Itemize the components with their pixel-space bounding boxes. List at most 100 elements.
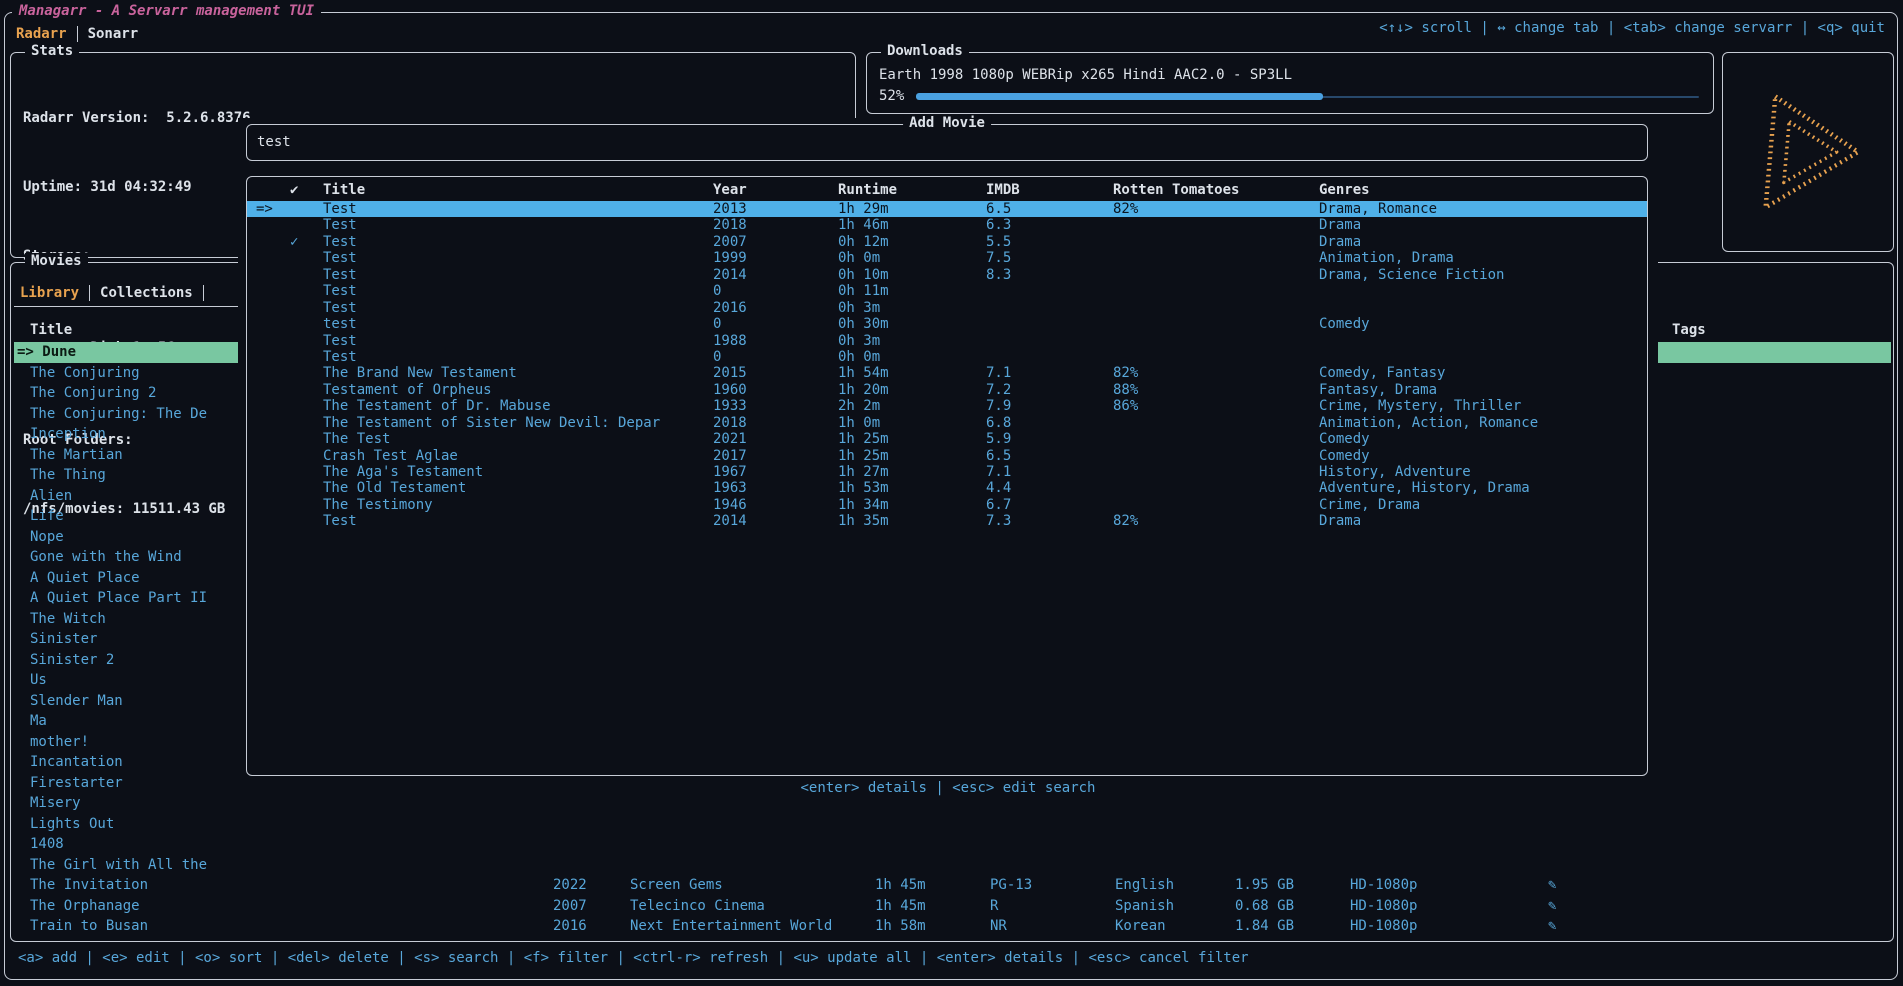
result-genres: Crime, Drama	[1319, 497, 1647, 513]
result-title: The Testament of Dr. Mabuse	[323, 398, 713, 414]
result-rotten-tomatoes	[1113, 431, 1319, 447]
search-result-row[interactable]: test00h 30mComedy	[247, 316, 1647, 332]
search-result-row[interactable]: Test19880h 3m	[247, 333, 1647, 349]
row-checkmark-icon	[287, 480, 323, 496]
search-result-row[interactable]: Test20141h 35m7.382%Drama	[247, 513, 1647, 529]
result-genres: Drama	[1319, 513, 1647, 529]
movie-row[interactable]: 1408	[14, 834, 1891, 855]
movie-row[interactable]: Lights Out	[14, 814, 1891, 835]
result-runtime: 1h 35m	[838, 513, 986, 529]
row-checkmark-icon	[287, 283, 323, 299]
search-result-row[interactable]: =>Test20131h 29m6.582%Drama, Romance	[247, 201, 1647, 217]
app-title: Managarr - A Servarr management TUI	[12, 3, 321, 19]
add-movie-modal-title: Add Movie	[903, 115, 991, 131]
movie-language: Spanish	[1115, 896, 1174, 917]
search-result-row[interactable]: The Aga's Testament19671h 27m7.1History,…	[247, 464, 1647, 480]
results-imdb-header: IMDB	[986, 182, 1113, 198]
result-year: 2013	[713, 201, 838, 217]
movie-search-input[interactable]: Add Movie test	[246, 124, 1648, 161]
result-genres: Comedy	[1319, 448, 1647, 464]
result-runtime: 1h 29m	[838, 201, 986, 217]
result-genres: Drama, Romance	[1319, 201, 1647, 217]
result-rotten-tomatoes	[1113, 217, 1319, 233]
search-result-row[interactable]: The Testament of Dr. Mabuse19332h 2m7.98…	[247, 398, 1647, 414]
search-result-row[interactable]: Crash Test Aglae20171h 25m6.5Comedy	[247, 448, 1647, 464]
search-result-row[interactable]: The Old Testament19631h 53m4.4Adventure,…	[247, 480, 1647, 496]
row-selection-marker	[247, 365, 287, 381]
tab-radarr[interactable]: Radarr	[16, 26, 67, 42]
results-runtime-header: Runtime	[838, 182, 986, 198]
movie-title: The Invitation	[14, 875, 148, 896]
managarr-play-logo-icon	[1743, 89, 1872, 215]
result-title: Crash Test Aglae	[323, 448, 713, 464]
download-progress-fill	[916, 93, 1323, 100]
search-result-row[interactable]: Test00h 11m	[247, 283, 1647, 299]
movie-quality: HD-1080p	[1350, 896, 1417, 917]
movie-year: 2022	[553, 875, 587, 896]
result-rotten-tomatoes: 82%	[1113, 513, 1319, 529]
row-selection-marker	[247, 513, 287, 529]
result-title: Test	[323, 300, 713, 316]
search-result-row[interactable]: Test20160h 3m	[247, 300, 1647, 316]
result-runtime: 0h 3m	[838, 300, 986, 316]
logo-panel	[1722, 52, 1894, 252]
movie-title: Alien	[14, 486, 72, 507]
movie-language: Korean	[1115, 916, 1166, 937]
result-runtime: 1h 53m	[838, 480, 986, 496]
search-result-row[interactable]: Test20181h 46m6.3Drama	[247, 217, 1647, 233]
search-result-row[interactable]: The Test20211h 25m5.9Comedy	[247, 431, 1647, 447]
result-imdb: 8.3	[986, 267, 1113, 283]
row-checkmark-icon	[287, 513, 323, 529]
result-title: Test	[323, 201, 713, 217]
row-checkmark-icon	[287, 349, 323, 365]
movie-title: Us	[14, 670, 47, 691]
row-selection-marker	[247, 283, 287, 299]
result-imdb: 5.9	[986, 431, 1113, 447]
search-result-row[interactable]: ✓Test20070h 12m5.5Drama	[247, 234, 1647, 250]
movie-title: Firestarter	[14, 773, 123, 794]
result-year: 0	[713, 283, 838, 299]
result-runtime: 1h 20m	[838, 382, 986, 398]
result-title: Test	[323, 349, 713, 365]
result-rotten-tomatoes: 86%	[1113, 398, 1319, 414]
result-title: Test	[323, 234, 713, 250]
movie-runtime: 1h 58m	[875, 916, 926, 937]
search-result-row[interactable]: Test00h 0m	[247, 349, 1647, 365]
result-imdb: 7.2	[986, 382, 1113, 398]
row-selection-marker	[247, 349, 287, 365]
result-runtime: 1h 46m	[838, 217, 986, 233]
movie-row[interactable]: The Orphanage2007Telecinco Cinema1h 45mR…	[14, 896, 1891, 917]
tab-sonarr[interactable]: Sonarr	[88, 26, 139, 42]
tab-collections[interactable]: Collections	[100, 285, 193, 301]
search-result-row[interactable]: Test19990h 0m7.5Animation, Drama	[247, 250, 1647, 266]
row-selection-marker: =>	[247, 201, 287, 217]
movie-title: The Orphanage	[14, 896, 140, 917]
result-imdb: 6.8	[986, 415, 1113, 431]
result-rotten-tomatoes	[1113, 464, 1319, 480]
search-result-row[interactable]: The Testimony19461h 34m6.7Crime, Drama	[247, 497, 1647, 513]
movie-quality: HD-1080p	[1350, 875, 1417, 896]
movie-year: 2007	[553, 896, 587, 917]
search-result-row[interactable]: Testament of Orpheus19601h 20m7.288%Fant…	[247, 382, 1647, 398]
result-imdb: 7.9	[986, 398, 1113, 414]
result-year: 0	[713, 316, 838, 332]
row-checkmark-icon	[287, 316, 323, 332]
movie-quality: HD-1080p	[1350, 916, 1417, 937]
search-result-row[interactable]: Test20140h 10m8.3Drama, Science Fiction	[247, 267, 1647, 283]
movie-row[interactable]: The Invitation2022Screen Gems1h 45mPG-13…	[14, 875, 1891, 896]
result-imdb: 7.1	[986, 464, 1113, 480]
result-year: 1999	[713, 250, 838, 266]
tab-library[interactable]: Library	[20, 285, 79, 301]
result-title: The Brand New Testament	[323, 365, 713, 381]
movie-row[interactable]: The Girl with All the	[14, 855, 1891, 876]
movie-row[interactable]: Train to Busan2016Next Entertainment Wor…	[14, 916, 1891, 937]
result-year: 2014	[713, 267, 838, 283]
search-result-row[interactable]: The Brand New Testament20151h 54m7.182%C…	[247, 365, 1647, 381]
search-result-row[interactable]: The Testament of Sister New Devil: Depar…	[247, 415, 1647, 431]
movie-title: Sinister 2	[14, 650, 114, 671]
movie-studio: Screen Gems	[630, 875, 723, 896]
row-selection-marker	[247, 217, 287, 233]
result-year: 2018	[713, 217, 838, 233]
result-year: 1960	[713, 382, 838, 398]
result-year: 2016	[713, 300, 838, 316]
